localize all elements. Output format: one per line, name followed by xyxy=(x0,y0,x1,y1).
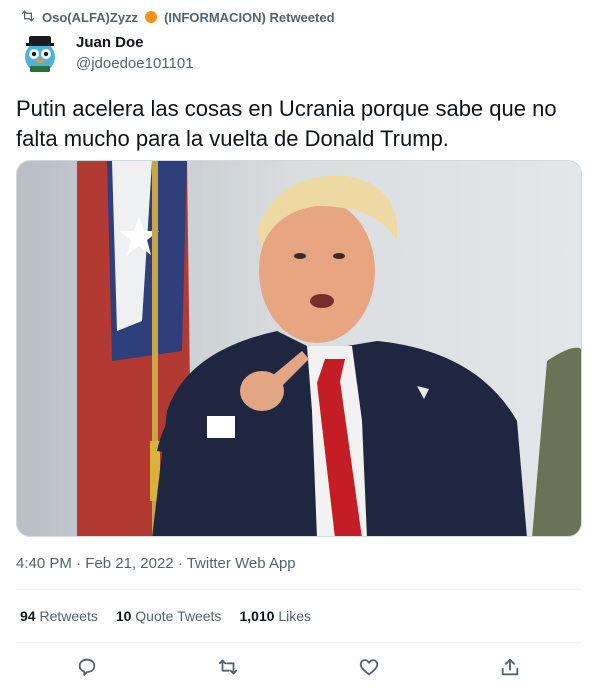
retweets-count: 94 xyxy=(20,608,36,624)
tweet-date[interactable]: Feb 21, 2022 xyxy=(85,555,173,572)
share-icon xyxy=(499,658,521,682)
tweet-text: Putin acelera las cosas en Ucrania porqu… xyxy=(16,96,557,151)
reply-button[interactable] xyxy=(76,656,98,678)
retweets-stat[interactable]: 94 Retweets xyxy=(20,608,98,624)
quote-tweets-count: 10 xyxy=(115,608,132,624)
meta-separator: · xyxy=(177,555,187,572)
tweet-actions xyxy=(16,652,582,682)
author-name[interactable]: Juan Doe xyxy=(76,34,144,51)
divider xyxy=(16,589,582,590)
reply-icon xyxy=(76,658,98,682)
meta-separator: · xyxy=(76,555,86,572)
retweeted-by-header[interactable]: Oso(ALFA)Zyzz (INFORMACION) Retweeted xyxy=(20,8,335,26)
like-button[interactable] xyxy=(358,656,380,678)
tweet-time[interactable]: 4:40 PM xyxy=(16,555,72,572)
retweeter-name[interactable]: Oso(ALFA)Zyzz xyxy=(42,10,138,25)
bitcoin-emoji-icon xyxy=(145,11,158,23)
likes-label: Likes xyxy=(278,608,312,624)
likes-stat[interactable]: 1,010 Likes xyxy=(239,608,311,624)
divider xyxy=(16,642,582,643)
tweet-photo[interactable] xyxy=(16,160,582,537)
author-handle[interactable]: @jdoedoe101101 xyxy=(76,55,194,72)
quote-tweets-stat[interactable]: 10 Quote Tweets xyxy=(116,608,222,624)
heart-icon xyxy=(358,659,380,682)
avatar[interactable] xyxy=(18,30,62,74)
engagement-stats: 94 Retweets 10 Quote Tweets 1,010 Likes xyxy=(20,608,311,624)
likes-count: 1,010 xyxy=(239,608,275,624)
quote-tweets-label: Quote Tweets xyxy=(135,608,222,624)
retweet-button[interactable] xyxy=(217,656,239,678)
retweeted-suffix: (INFORMACION) Retweeted xyxy=(164,9,335,25)
retweet-icon xyxy=(20,8,36,27)
tweet-metadata: 4:40 PM · Feb 21, 2022 · Twitter Web App xyxy=(16,555,296,572)
tweet-source[interactable]: Twitter Web App xyxy=(187,555,296,572)
share-button[interactable] xyxy=(499,656,521,678)
retweets-label: Retweets xyxy=(39,608,98,624)
retweet-icon xyxy=(217,659,239,682)
